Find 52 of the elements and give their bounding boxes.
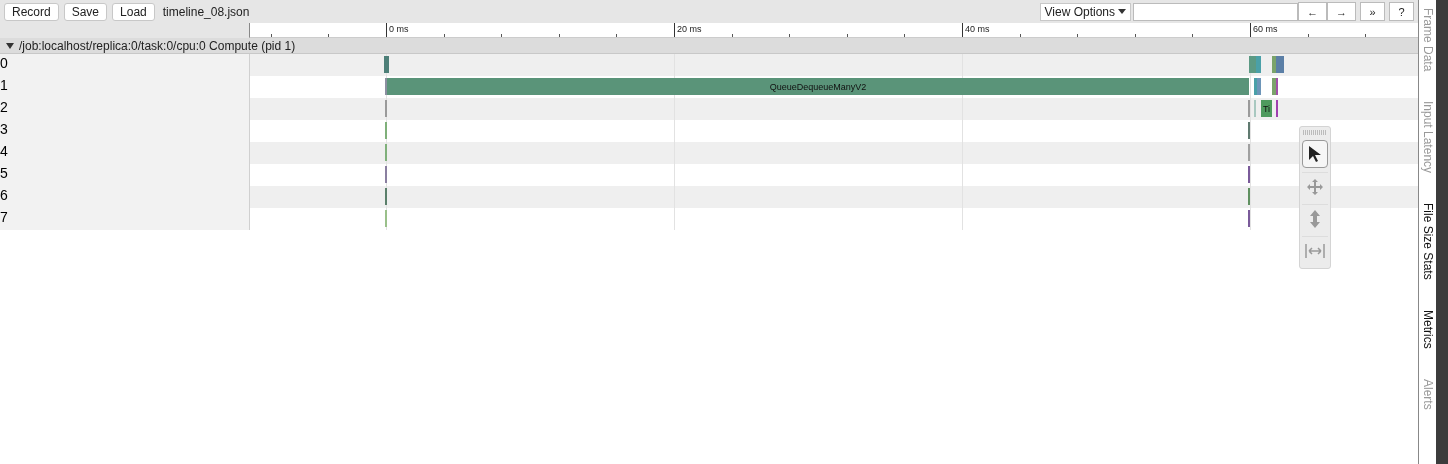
side-tab[interactable]: File Size Stats	[1419, 203, 1436, 281]
view-options-dropdown[interactable]: View Options	[1039, 2, 1131, 21]
vertical-arrow-icon	[1310, 209, 1320, 228]
trace-slice[interactable]: QueueDequeueManyV2	[387, 78, 1249, 95]
thread-label: 0	[0, 55, 8, 71]
nav-button[interactable]: →	[1327, 2, 1356, 21]
trace-slice[interactable]	[1247, 188, 1250, 205]
thread-label: 2	[0, 99, 8, 115]
trace-slice[interactable]	[1247, 122, 1250, 139]
process-header[interactable]: /job:localhost/replica:0/task:0/cpu:0 Compute (pid 1)	[0, 38, 1418, 54]
trace-slice[interactable]	[385, 166, 388, 183]
nav-button[interactable]: »	[1360, 2, 1385, 21]
trace-slice[interactable]	[1247, 166, 1250, 183]
trace-slice[interactable]	[1275, 100, 1278, 117]
trace-slice[interactable]	[1255, 56, 1262, 73]
caret-icon	[1118, 9, 1126, 14]
trace-slice[interactable]	[385, 122, 388, 139]
nav-button[interactable]: ?	[1389, 2, 1414, 21]
thread-label: 4	[0, 143, 8, 159]
trace-slice[interactable]	[1247, 100, 1250, 117]
trace-slice[interactable]: Ti	[1261, 100, 1272, 117]
horizontal-range-icon	[1305, 243, 1325, 258]
toolbar-button[interactable]: Record	[4, 2, 59, 21]
drag-handle[interactable]	[1303, 130, 1327, 135]
process-title: /job:localhost/replica:0/task:0/cpu:0 Compute (pid 1)	[19, 38, 296, 53]
thread-label: 7	[0, 209, 8, 225]
ruler-label: 40 ms	[964, 24, 990, 34]
select-tool-button[interactable]	[1302, 140, 1328, 168]
thread-label: 5	[0, 165, 8, 181]
ruler-label: 0 ms	[388, 24, 409, 34]
toolbar-button[interactable]: Load	[112, 2, 155, 21]
nav-button[interactable]: ←	[1298, 2, 1327, 21]
trace-slice[interactable]	[1248, 56, 1256, 73]
trace-slice[interactable]	[1271, 78, 1276, 95]
search-field[interactable]	[1133, 2, 1298, 21]
pointer-icon	[1308, 146, 1322, 162]
trace-slice[interactable]	[1271, 56, 1276, 73]
trace-slice[interactable]	[385, 188, 388, 205]
side-tab[interactable]: Metrics	[1419, 310, 1436, 349]
trace-slice[interactable]	[385, 100, 388, 117]
trace-slice[interactable]	[1257, 78, 1262, 95]
trace-slice[interactable]	[1247, 144, 1250, 161]
thread-label: 1	[0, 77, 8, 93]
trace-slice[interactable]	[1275, 56, 1285, 73]
thread-label: 6	[0, 187, 8, 203]
file-name: timeline_08.json	[162, 4, 250, 19]
toolbar-button[interactable]: Save	[63, 2, 108, 21]
ruler-label: 20 ms	[676, 24, 702, 34]
thread-label: 3	[0, 121, 8, 137]
trace-slice[interactable]	[1247, 210, 1250, 227]
move-icon	[1307, 178, 1323, 195]
ruler-label: 60 ms	[1252, 24, 1278, 34]
